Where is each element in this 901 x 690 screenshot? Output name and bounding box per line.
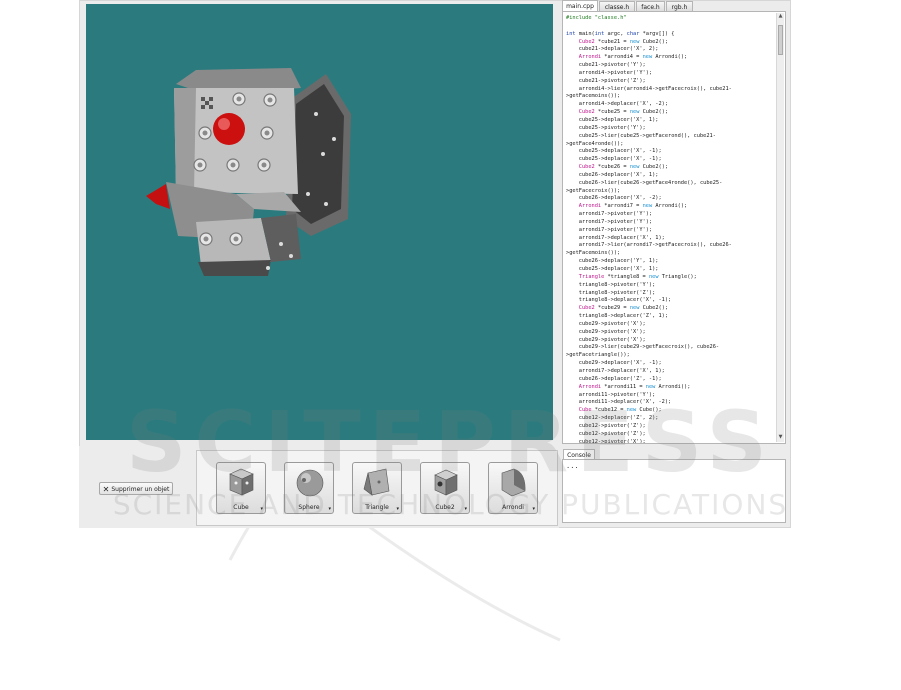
code-line: int main(int argc, char *argv[]) { <box>566 30 675 37</box>
code-line: arrondi7->pivoter('Y'); <box>566 218 653 225</box>
watermark-subtitle: SCIENCE AND TECHNOLOGY PUBLICATIONS <box>112 488 789 521</box>
3d-model <box>146 68 351 276</box>
code-line: cube26->deplacer('Y', 1); <box>566 258 659 265</box>
code-line: cube25->deplacer('X', -1); <box>566 148 662 155</box>
code-line: Cube2 *cube26 = new Cube2(); <box>578 164 669 171</box>
code-line: cube29->deplacer('X', -1); <box>566 360 662 367</box>
code-line: arrondi7->lier(arrondi7->getFacecroix(),… <box>566 242 732 249</box>
code-line: triangle8->deplacer('Z', 1); <box>566 313 669 320</box>
code-line: cube21->pivoter('Y'); <box>566 62 646 69</box>
code-line: arrondi7->pivoter('Y'); <box>566 226 653 233</box>
code-line: arrondi4->deplacer('X', -2); <box>566 101 669 108</box>
code-line: arrondi7->pivoter('Y'); <box>566 211 653 218</box>
code-line: cube25->deplacer('X', 1); <box>566 116 659 123</box>
scroll-thumb[interactable] <box>778 25 783 55</box>
code-line: cube25->pivoter('Y'); <box>566 124 646 131</box>
code-line: Arrondi *arrondi11 = new Arrondi(); <box>578 383 691 390</box>
code-line: arrondi7->deplacer('X', 1); <box>566 367 665 374</box>
code-line: Triangle *triangle8 = new Triangle(); <box>578 273 697 280</box>
code-line: >getFacemoins()); <box>566 250 621 257</box>
code-line: #include "classe.h" <box>566 15 627 21</box>
code-text[interactable]: #include "classe.h" int main(int argc, c… <box>566 15 776 443</box>
code-line: cube21->pivoter('Z'); <box>566 77 646 84</box>
code-line: cube25->deplacer('X', -1); <box>566 156 662 163</box>
editor-scrollbar[interactable]: ▲ ▼ <box>776 13 784 442</box>
code-line: cube26->deplacer('X', 1); <box>566 171 659 178</box>
code-editor[interactable]: #include "classe.h" int main(int argc, c… <box>562 11 786 444</box>
code-line: cube29->lier(cube29->getFacecroix(), cub… <box>566 344 720 351</box>
code-line: cube29->pivoter('X'); <box>566 328 646 335</box>
code-line: >getFace4ronde()); <box>566 140 624 147</box>
3d-viewport[interactable] <box>86 4 553 440</box>
code-line: cube26->deplacer('Z', -1); <box>566 375 662 382</box>
code-line: cube26->lier(cube26->getFace4ronde(), cu… <box>566 179 723 186</box>
code-line: cube21->deplacer('X', 2); <box>566 46 659 53</box>
code-line: >getFacetriangle()); <box>566 352 630 359</box>
code-line: cube26->deplacer('X', -2); <box>566 195 662 202</box>
code-line: arrondi4->lier(arrondi4->getFacecroix(),… <box>566 85 732 92</box>
code-line: triangle8->pivoter('Y'); <box>566 281 656 288</box>
code-line: triangle8->deplacer('X', -1); <box>566 297 672 304</box>
code-line: cube25->lier(cube25->getFacerond(), cube… <box>566 132 716 139</box>
code-line: cube25->deplacer('X', 1); <box>566 266 659 272</box>
code-line: Arrondi *arrondi4 = new Arrondi(); <box>578 54 688 61</box>
code-line: >getFacemoins()); <box>566 93 621 100</box>
code-line: >getFacecroix()); <box>566 187 621 194</box>
watermark-title: SCITEPRESS <box>126 393 775 491</box>
code-line: triangle8->pivoter('Z'); <box>566 289 656 296</box>
code-line: Cube2 *cube21 = new Cube2(); <box>578 38 669 45</box>
code-line: cube29->pivoter('X'); <box>566 320 646 327</box>
code-line: arrondi7->deplacer('X', 1); <box>566 234 665 241</box>
code-line: cube29->pivoter('X'); <box>566 336 646 343</box>
code-line: Cube2 *cube25 = new Cube2(); <box>578 109 669 116</box>
code-line: Arrondi *arrondi7 = new Arrondi(); <box>578 203 688 210</box>
code-line: Cube2 *cube29 = new Cube2(); <box>578 305 669 312</box>
scroll-up-icon[interactable]: ▲ <box>777 13 784 21</box>
code-line: arrondi4->pivoter('Y'); <box>566 69 653 76</box>
